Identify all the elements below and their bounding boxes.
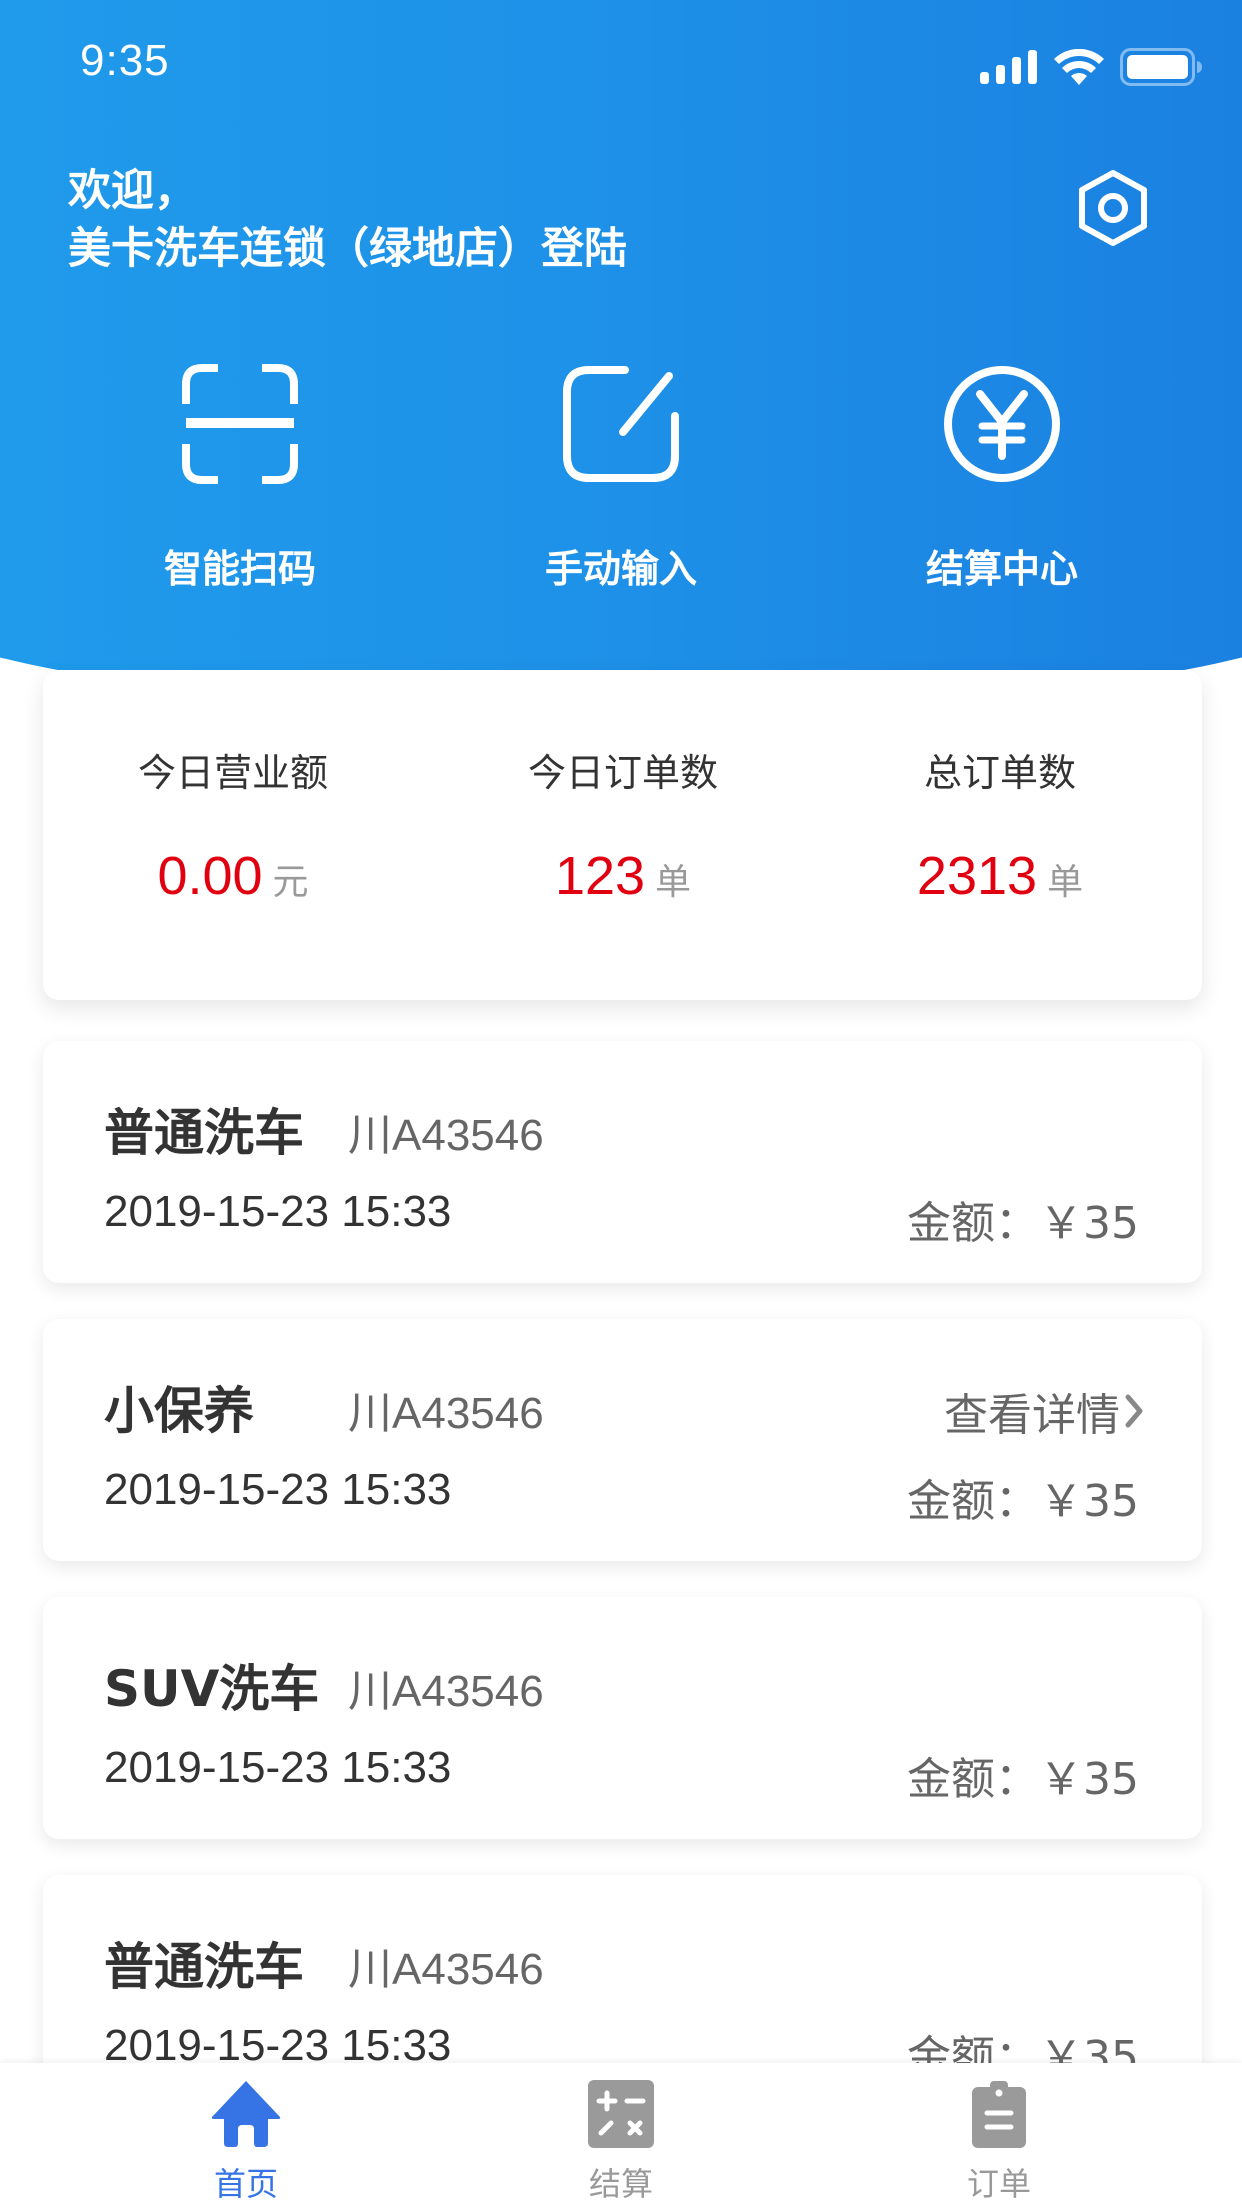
edit-icon — [563, 366, 679, 482]
bottom-tab-bar: 首页 结算 订单 — [0, 2063, 1242, 2208]
welcome-greeting: 欢迎， — [68, 166, 197, 216]
settings-button[interactable] — [1072, 166, 1154, 250]
stat-unit: 单 — [655, 862, 692, 903]
status-time: 9:35 — [80, 36, 170, 85]
stat-label: 今日营业额 — [137, 751, 328, 795]
clipboard-icon — [972, 2081, 1026, 2148]
tab-orders[interactable]: 订单 — [899, 2063, 1099, 2208]
stat-value: 0.00 — [157, 846, 263, 906]
order-datetime: 2019-15-23 15:33 — [104, 1465, 452, 1514]
order-card[interactable]: 小保养 川A43546 查看详情 2019-15-23 15:33 金额：￥35 — [43, 1319, 1202, 1561]
calculator-icon — [588, 2080, 654, 2148]
tab-label: 订单 — [966, 2165, 1031, 2203]
action-label: 智能扫码 — [163, 547, 316, 591]
settings-hexagon-icon — [1079, 170, 1147, 246]
order-amount: 金额：￥35 — [907, 1198, 1139, 1249]
status-bar: 9:35 — [0, 0, 1242, 130]
stat-total-orders: 总订单数 2313 单 — [810, 742, 1190, 907]
stat-unit: 单 — [1047, 862, 1084, 903]
action-label: 结算中心 — [925, 547, 1078, 591]
wifi-icon — [1054, 49, 1104, 85]
action-manual-input[interactable]: 手动输入 — [491, 362, 751, 593]
stat-value: 123 — [554, 846, 646, 906]
stat-today-orders: 今日订单数 123 单 — [433, 742, 813, 907]
action-smart-scan[interactable]: 智能扫码 — [110, 362, 370, 593]
action-label: 手动输入 — [544, 547, 697, 591]
order-plate: 川A43546 — [348, 1111, 544, 1160]
order-plate: 川A43546 — [348, 1945, 544, 1994]
battery-icon — [1120, 48, 1202, 86]
home-icon — [211, 2081, 281, 2147]
stat-unit: 元 — [272, 862, 309, 903]
stat-label: 总订单数 — [923, 751, 1076, 795]
order-datetime: 2019-15-23 15:33 — [104, 1187, 452, 1236]
store-name: 美卡洗车连锁（绿地店）登陆 — [68, 224, 627, 274]
chevron-right-icon — [1125, 1394, 1143, 1428]
view-details-link[interactable]: 查看详情 — [944, 1379, 1144, 1443]
stats-card: 今日营业额 0.00 元 今日订单数 123 单 总订单数 2313 单 — [43, 670, 1202, 1000]
order-amount: 金额：￥35 — [907, 1754, 1139, 1805]
order-service: 普通洗车 — [104, 1104, 304, 1162]
order-card[interactable]: SUV洗车 川A43546 2019-15-23 15:33 金额：￥35 — [43, 1597, 1202, 1839]
status-icons — [980, 48, 1204, 86]
order-service: SUV洗车 — [104, 1660, 320, 1718]
yen-circle-icon — [944, 366, 1060, 482]
tab-label: 首页 — [213, 2165, 278, 2203]
order-service: 普通洗车 — [104, 1938, 304, 1996]
order-datetime: 2019-15-23 15:33 — [104, 1743, 452, 1792]
order-service: 小保养 — [104, 1382, 254, 1440]
order-card[interactable]: 普通洗车 川A43546 2019-15-23 15:33 金额：￥35 — [43, 1041, 1202, 1283]
welcome-message: 欢迎， 美卡洗车连锁（绿地店）登陆 — [68, 162, 627, 278]
action-settlement-center[interactable]: 结算中心 — [872, 362, 1132, 593]
tab-label: 结算 — [588, 2165, 653, 2203]
view-details-label: 查看详情 — [944, 1390, 1120, 1441]
tab-settlement[interactable]: 结算 — [521, 2063, 721, 2208]
scan-icon — [182, 364, 298, 484]
order-plate: 川A43546 — [348, 1667, 544, 1716]
stat-label: 今日订单数 — [527, 751, 718, 795]
order-plate: 川A43546 — [348, 1389, 544, 1438]
stat-today-revenue: 今日营业额 0.00 元 — [43, 742, 423, 907]
stat-value: 2313 — [916, 846, 1038, 906]
tab-home[interactable]: 首页 — [146, 2063, 346, 2208]
order-amount: 金额：￥35 — [907, 1476, 1139, 1527]
signal-icon — [980, 50, 1037, 84]
